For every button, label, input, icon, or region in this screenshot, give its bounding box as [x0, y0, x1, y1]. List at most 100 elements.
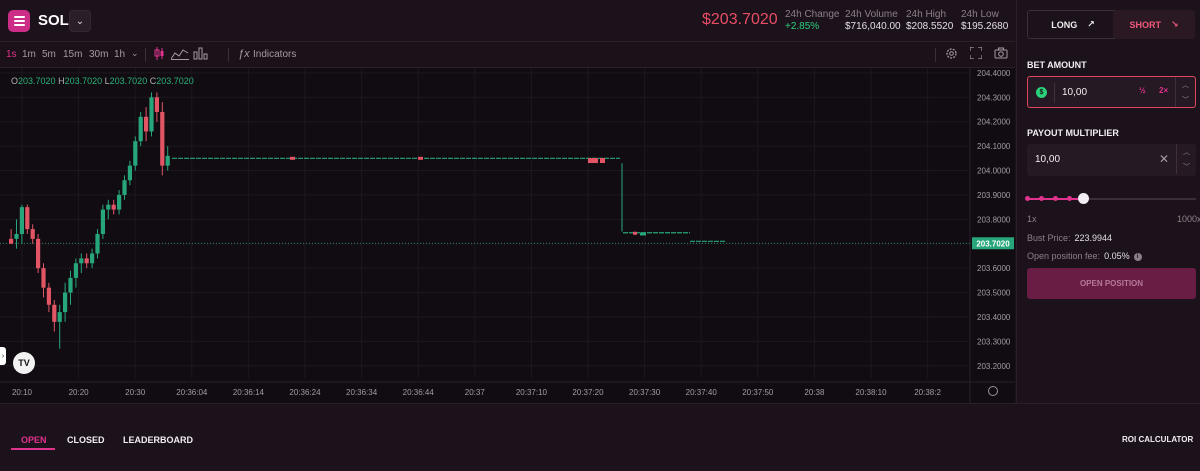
- timeframe-30m[interactable]: 30m: [89, 49, 108, 60]
- x-tick-label: 20:37:20: [572, 388, 604, 397]
- fee-value: 0.05%: [1104, 251, 1130, 261]
- area-chart-icon[interactable]: [170, 47, 189, 63]
- x-tick-label: 20:36:44: [403, 388, 435, 397]
- candle-body: [593, 158, 598, 164]
- bust-price-row: Bust Price: 223.9944: [1027, 233, 1112, 243]
- candle-body: [165, 155, 170, 166]
- clear-icon[interactable]: ✕: [1159, 152, 1169, 166]
- chart-settings-gear-icon[interactable]: [988, 386, 998, 396]
- timeframe-15m[interactable]: 15m: [63, 49, 82, 60]
- slider-thumb[interactable]: [1077, 193, 1089, 204]
- stat-24h-volume: 24h Volume $716,040.00: [845, 9, 901, 33]
- y-tick-label: 204.2000: [977, 118, 1011, 127]
- field-divider: [1054, 83, 1055, 103]
- tab-closed[interactable]: CLOSED: [67, 435, 105, 445]
- payout-multiplier-title: PAYOUT MULTIPLIER: [1027, 128, 1119, 138]
- arrow-down-right-icon: ↘: [1170, 19, 1179, 29]
- info-icon[interactable]: i: [1133, 252, 1142, 261]
- stat-24h-change: 24h Change +2.85%: [785, 9, 840, 33]
- timeframe-1m[interactable]: 1m: [22, 49, 36, 60]
- tab-leaderboard[interactable]: LEADERBOARD: [123, 435, 193, 445]
- half-button[interactable]: ½: [1139, 86, 1146, 95]
- indicators-button[interactable]: Indicators: [253, 49, 296, 60]
- tab-open[interactable]: OPEN: [21, 435, 47, 445]
- open-position-button[interactable]: OPEN POSITION: [1027, 268, 1196, 299]
- x-tick-label: 20:38:2: [914, 388, 941, 397]
- fx-icon[interactable]: ƒx: [238, 48, 250, 60]
- candle-body: [95, 233, 100, 254]
- candle-body: [90, 253, 95, 264]
- price-chart[interactable]: 204.4000 204.3000 204.2000 204.1000 204.0000…: [0, 68, 1015, 403]
- chevron-up-icon[interactable]: ︿: [1183, 147, 1190, 157]
- candle-body: [290, 156, 295, 160]
- chart-canvas[interactable]: 204.4000 204.3000 204.2000 204.1000 204.0000…: [0, 68, 1015, 403]
- collapse-handle[interactable]: ›: [0, 347, 6, 365]
- x-tick-label: 20:30: [125, 388, 146, 397]
- roi-calculator-button[interactable]: ROI CALCULATOR: [1122, 435, 1193, 444]
- candle-body: [79, 258, 84, 264]
- timeframe-1s[interactable]: 1s: [6, 49, 17, 60]
- y-tick-label: 203.9000: [977, 191, 1011, 200]
- ohlc-open-label: O: [11, 76, 19, 86]
- candle-body: [106, 204, 111, 210]
- chevron-up-icon[interactable]: ︿: [1182, 80, 1189, 90]
- slider-tick: [1067, 196, 1072, 201]
- candle-body: [154, 97, 159, 112]
- ohlc-close-value: 203.7020: [156, 76, 194, 86]
- candle-body: [19, 207, 24, 234]
- slider-min-label: 1x: [1027, 214, 1037, 224]
- bet-amount-field[interactable]: $ 10,00 ½ 2× ︿ ﹀: [1027, 76, 1196, 108]
- short-label: SHORT: [1129, 19, 1161, 30]
- chevron-down-icon[interactable]: ⌄: [131, 48, 139, 59]
- pair-dropdown-button[interactable]: ⌄: [69, 10, 91, 32]
- x-tick-label: 20:36:14: [233, 388, 265, 397]
- timeframe-1h[interactable]: 1h: [114, 49, 125, 60]
- candle-body: [52, 304, 57, 322]
- stat-label: 24h High: [906, 9, 947, 20]
- toolbar-divider: [145, 48, 146, 62]
- x-tick-label: 20:20: [69, 388, 90, 397]
- timeframe-5m[interactable]: 5m: [42, 49, 56, 60]
- candle-body: [138, 116, 143, 142]
- y-tick-label: 203.3000: [977, 337, 1011, 346]
- bet-amount-input[interactable]: 10,00: [1062, 87, 1087, 98]
- active-tab-indicator: [11, 448, 55, 450]
- candle-body: [117, 194, 122, 210]
- ohlc-high-value: 203.7020: [64, 76, 103, 86]
- multiplier-input[interactable]: 10,00: [1035, 154, 1060, 165]
- slider-tick: [1053, 196, 1058, 201]
- chevron-down-icon[interactable]: ﹀: [1182, 95, 1189, 105]
- candles-icon[interactable]: [154, 47, 164, 63]
- arrow-up-right-icon: ↗: [1087, 19, 1095, 29]
- long-button[interactable]: LONG ↗: [1027, 10, 1119, 39]
- x-tick-label: 20:37:50: [742, 388, 774, 397]
- coin-icon: $: [1036, 87, 1047, 98]
- toolbar-divider: [228, 48, 229, 62]
- multiplier-slider[interactable]: [1025, 193, 1196, 204]
- fee-row: Open position fee: 0.05% i: [1027, 251, 1142, 261]
- tradingview-logo[interactable]: TV: [13, 352, 35, 374]
- bar-chart-icon[interactable]: [193, 47, 209, 63]
- short-button[interactable]: SHORT ↘: [1113, 10, 1195, 39]
- multiplier-stepper[interactable]: ︿ ﹀: [1176, 144, 1196, 174]
- settings-gear-icon[interactable]: [945, 47, 958, 63]
- stat-label: 24h Change: [785, 9, 840, 20]
- fullscreen-icon[interactable]: [969, 46, 983, 62]
- slider-tick: [1039, 196, 1044, 201]
- camera-icon[interactable]: [994, 47, 1008, 62]
- double-button[interactable]: 2×: [1159, 86, 1168, 95]
- bet-stepper[interactable]: ︿ ﹀: [1175, 77, 1195, 107]
- candle-body: [600, 158, 605, 164]
- x-tick-label: 20:10: [12, 388, 33, 397]
- chart-toolbar: 1s 1m 5m 15m 30m 1h ⌄ ƒx Indicators: [0, 43, 1015, 67]
- bust-price-value: 223.9944: [1074, 233, 1113, 243]
- stat-label: 24h Low: [961, 9, 999, 20]
- pair-name: SOL: [38, 12, 69, 29]
- candle-body: [9, 238, 14, 244]
- slider-tick: [1025, 196, 1030, 201]
- chevron-down-icon[interactable]: ﹀: [1183, 162, 1190, 172]
- price-tag-label: 203.7020: [976, 239, 1010, 248]
- multiplier-field[interactable]: 10,00 ✕ ︿ ﹀: [1027, 144, 1196, 176]
- candle-body: [46, 287, 51, 305]
- stat-label: 24h Volume: [845, 9, 898, 20]
